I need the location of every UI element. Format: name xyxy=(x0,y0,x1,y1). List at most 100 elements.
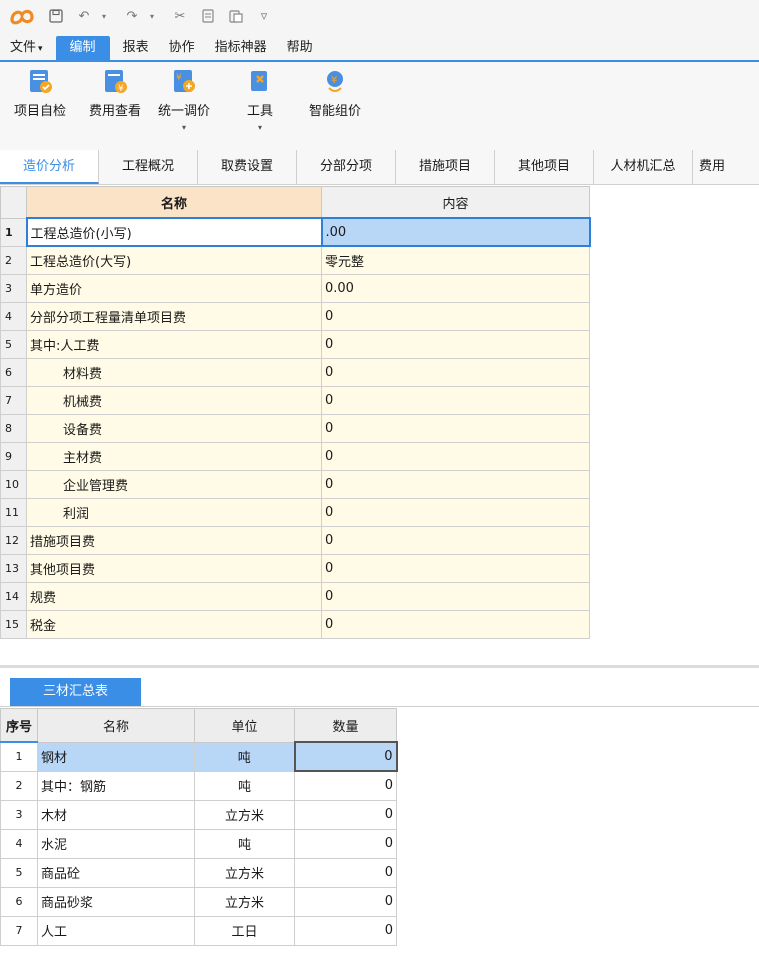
table-row[interactable]: 5 商品砼 立方米 0 xyxy=(0,857,397,888)
tab-other-items[interactable]: 其他项目 xyxy=(495,150,594,184)
table-row[interactable]: 2 工程总造价(大写) 零元整 xyxy=(0,245,590,275)
table-row[interactable]: 7 人工 工日 0 xyxy=(0,915,397,946)
content-cell[interactable]: 0 xyxy=(321,385,590,415)
unit-cell[interactable]: 吨 xyxy=(194,828,295,859)
qty-cell[interactable]: 0 xyxy=(293,741,398,772)
qty-cell[interactable]: 0 xyxy=(294,828,397,859)
content-cell[interactable]: 0.00 xyxy=(321,273,590,303)
name-cell[interactable]: 分部分项工程量清单项目费 xyxy=(26,301,322,331)
undo-dropdown-icon[interactable]: ▾ xyxy=(97,9,111,23)
table-row[interactable]: 1 钢材 吨 0 xyxy=(0,741,398,772)
material-name-cell[interactable]: 木材 xyxy=(37,799,195,830)
project-check-button[interactable]: 项目自检 xyxy=(14,68,66,119)
qty-cell[interactable]: 0 xyxy=(294,886,397,917)
name-cell[interactable]: 其中:人工费 xyxy=(26,329,322,359)
cut-icon[interactable]: ✂ xyxy=(173,9,187,24)
unit-cell[interactable]: 吨 xyxy=(194,770,295,801)
table-row[interactable]: 14 规费 0 xyxy=(0,581,590,611)
tab-labor-material-machine[interactable]: 人材机汇总 xyxy=(594,150,693,184)
unit-cell[interactable]: 立方米 xyxy=(194,799,295,830)
tab-cost-analysis[interactable]: 造价分析 xyxy=(0,150,99,184)
material-name-cell[interactable]: 水泥 xyxy=(37,828,195,859)
name-column-header[interactable]: 名称 xyxy=(26,186,322,219)
menu-report[interactable]: 报表 xyxy=(113,36,159,60)
unit-cell[interactable]: 立方米 xyxy=(194,857,295,888)
name-cell[interactable]: 机械费 xyxy=(26,385,322,415)
menu-file[interactable]: 文件 ▾ xyxy=(0,36,53,60)
table-row[interactable]: 7 机械费 0 xyxy=(0,385,590,415)
unit-cell[interactable]: 立方米 xyxy=(194,886,295,917)
menu-collab[interactable]: 协作 xyxy=(159,36,205,60)
name-cell[interactable]: 其他项目费 xyxy=(26,553,322,583)
name-cell[interactable]: 规费 xyxy=(26,581,322,611)
table-row[interactable]: 10 企业管理费 0 xyxy=(0,469,590,499)
name-cell[interactable]: 利润 xyxy=(26,497,322,527)
material-name-cell[interactable]: 其中：钢筋 xyxy=(37,770,195,801)
table-row[interactable]: 4 分部分项工程量清单项目费 0 xyxy=(0,301,590,331)
table-row[interactable]: 6 商品砂浆 立方米 0 xyxy=(0,886,397,917)
name-column-header[interactable]: 名称 xyxy=(37,708,195,743)
content-cell[interactable]: 0 xyxy=(321,609,590,639)
save-icon[interactable] xyxy=(49,9,63,23)
table-row[interactable]: 3 单方造价 0.00 xyxy=(0,273,590,303)
table-row[interactable]: 3 木材 立方米 0 xyxy=(0,799,397,830)
name-cell[interactable]: 工程总造价(小写) xyxy=(25,217,323,247)
qty-cell[interactable]: 0 xyxy=(294,770,397,801)
content-cell[interactable]: 0 xyxy=(321,413,590,443)
tab-fee-settings[interactable]: 取费设置 xyxy=(198,150,297,184)
qty-cell[interactable]: 0 xyxy=(294,857,397,888)
content-cell[interactable]: 0 xyxy=(321,525,590,555)
qty-column-header[interactable]: 数量 xyxy=(294,708,397,743)
content-cell[interactable]: 0 xyxy=(321,581,590,611)
tab-measures[interactable]: 措施项目 xyxy=(396,150,495,184)
smart-pricing-button[interactable]: ¥ 智能组价 xyxy=(309,68,361,119)
content-cell[interactable]: 0 xyxy=(321,357,590,387)
table-row[interactable]: 9 主材费 0 xyxy=(0,441,590,471)
table-row[interactable]: 1 工程总造价(小写) .00 xyxy=(0,217,591,247)
content-cell[interactable]: 0 xyxy=(321,301,590,331)
fee-view-button[interactable]: ¥ 费用查看 xyxy=(89,68,141,119)
redo-icon[interactable]: ↷ xyxy=(125,9,139,24)
content-cell[interactable]: 0 xyxy=(321,329,590,359)
table-row[interactable]: 6 材料费 0 xyxy=(0,357,590,387)
table-row[interactable]: 2 其中：钢筋 吨 0 xyxy=(0,770,397,801)
table-row[interactable]: 5 其中:人工费 0 xyxy=(0,329,590,359)
unified-price-button[interactable]: ¥ 统一调价 ▾ xyxy=(158,68,210,132)
name-cell[interactable]: 单方造价 xyxy=(26,273,322,303)
qty-cell[interactable]: 0 xyxy=(294,915,397,946)
menu-edit[interactable]: 编制 xyxy=(55,36,110,60)
name-cell[interactable]: 材料费 xyxy=(26,357,322,387)
seq-column-header[interactable]: 序号 xyxy=(0,708,38,743)
tab-sub-items[interactable]: 分部分项 xyxy=(297,150,396,184)
name-cell[interactable]: 企业管理费 xyxy=(26,469,322,499)
copy-icon[interactable] xyxy=(201,9,215,23)
content-cell[interactable]: 0 xyxy=(321,497,590,527)
material-name-cell[interactable]: 人工 xyxy=(37,915,195,946)
name-cell[interactable]: 工程总造价(大写) xyxy=(26,245,322,275)
unit-cell[interactable]: 工日 xyxy=(194,915,295,946)
menu-index[interactable]: 指标神器 xyxy=(205,36,277,60)
name-cell[interactable]: 设备费 xyxy=(26,413,322,443)
customize-icon[interactable]: ▿ xyxy=(257,9,271,24)
table-row[interactable]: 12 措施项目费 0 xyxy=(0,525,590,555)
table-row[interactable]: 8 设备费 0 xyxy=(0,413,590,443)
panel-splitter[interactable] xyxy=(0,665,759,668)
table-row[interactable]: 4 水泥 吨 0 xyxy=(0,828,397,859)
material-name-cell[interactable]: 钢材 xyxy=(37,741,195,772)
name-cell[interactable]: 税金 xyxy=(26,609,322,639)
tab-three-materials-summary[interactable]: 三材汇总表 xyxy=(10,678,141,706)
tab-fees[interactable]: 费用 xyxy=(693,150,753,184)
table-row[interactable]: 13 其他项目费 0 xyxy=(0,553,590,583)
undo-icon[interactable]: ↶ xyxy=(77,9,91,24)
unit-column-header[interactable]: 单位 xyxy=(194,708,295,743)
redo-dropdown-icon[interactable]: ▾ xyxy=(145,9,159,23)
content-cell[interactable]: 0 xyxy=(321,441,590,471)
content-cell[interactable]: 0 xyxy=(321,469,590,499)
name-cell[interactable]: 主材费 xyxy=(26,441,322,471)
content-column-header[interactable]: 内容 xyxy=(321,186,590,219)
content-cell[interactable]: .00 xyxy=(320,217,591,247)
qty-cell[interactable]: 0 xyxy=(294,799,397,830)
name-cell[interactable]: 措施项目费 xyxy=(26,525,322,555)
material-name-cell[interactable]: 商品砼 xyxy=(37,857,195,888)
menu-help[interactable]: 帮助 xyxy=(277,36,323,60)
